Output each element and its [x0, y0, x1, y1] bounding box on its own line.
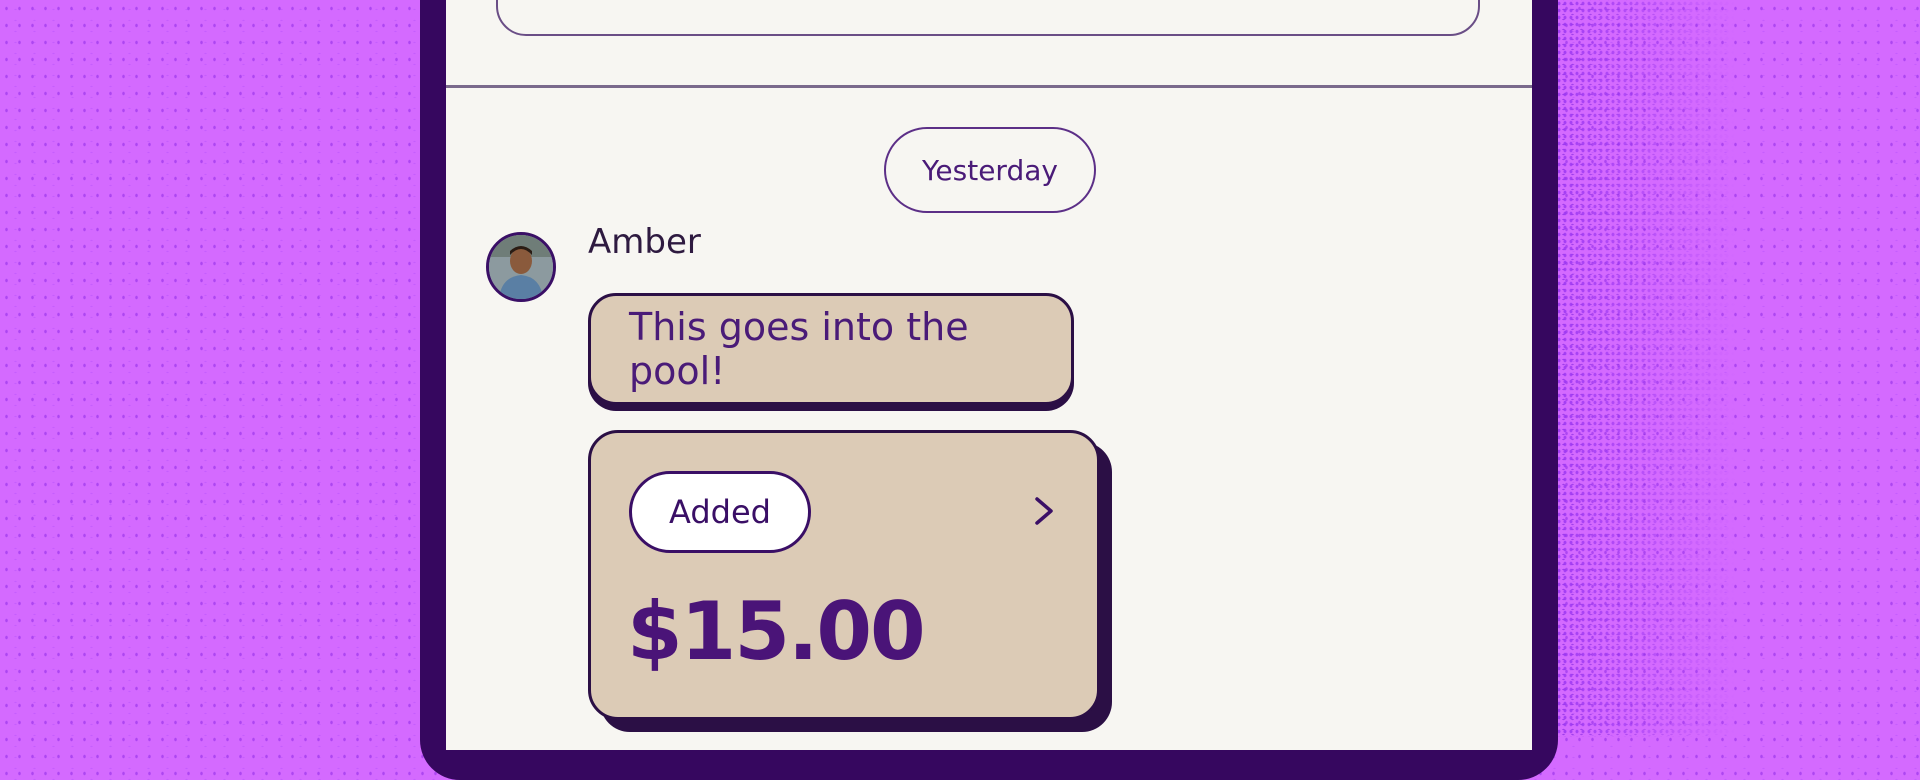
background-noise: [1556, 0, 1736, 737]
payment-amount: $15.00: [627, 585, 926, 678]
payment-card[interactable]: Added $15.00: [588, 430, 1100, 720]
payment-status-badge: Added: [629, 471, 811, 553]
header-divider: [446, 85, 1532, 88]
chat-screen: Yesterday Amber This goes into the pool!…: [446, 0, 1532, 750]
avatar-photo-icon: [489, 235, 553, 299]
date-separator: Yesterday: [884, 127, 1096, 213]
avatar[interactable]: [486, 232, 556, 302]
chevron-right-icon[interactable]: [1023, 491, 1063, 531]
message-bubble[interactable]: This goes into the pool!: [588, 293, 1074, 405]
sender-name: Amber: [588, 222, 701, 262]
chat-header-card[interactable]: [496, 0, 1480, 36]
message-text: This goes into the pool!: [629, 305, 969, 393]
